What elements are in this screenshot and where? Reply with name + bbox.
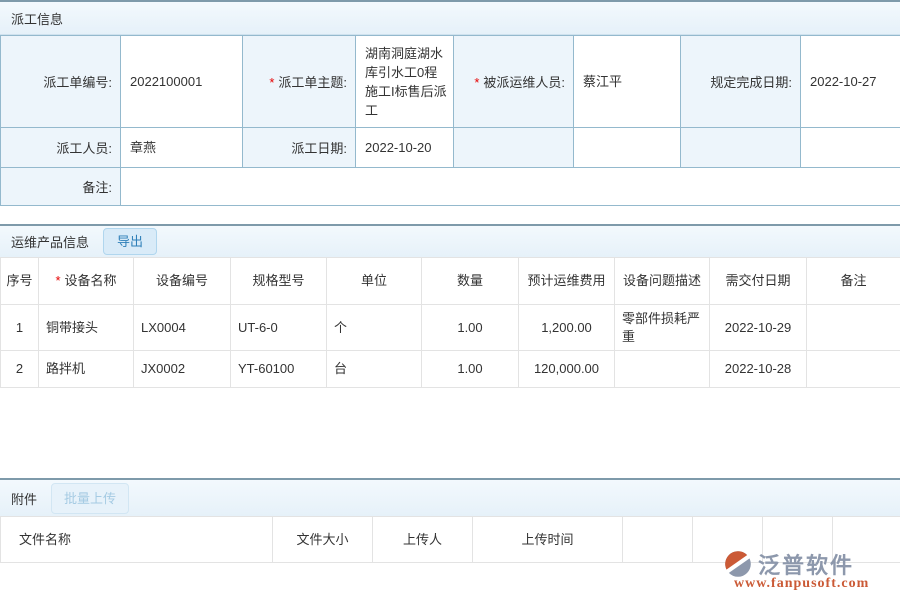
cell-seq: 2 xyxy=(1,351,39,388)
required-marker: * xyxy=(269,75,274,90)
order-no-value: 2022100001 xyxy=(121,36,243,128)
products-header: 运维产品信息 导出 xyxy=(0,224,900,257)
cell-qty: 1.00 xyxy=(422,305,519,351)
col-header-device-name: *设备名称 xyxy=(39,258,134,305)
cell-due-date: 2022-10-29 xyxy=(710,305,807,351)
subject-value: 湖南洞庭湖水库引水工0程施工I标售后派工 xyxy=(356,36,454,128)
vendor-watermark: 泛普软件 www.fanpusoft.com xyxy=(722,548,892,594)
products-title: 运维产品信息 xyxy=(11,232,89,251)
dispatch-date-value: 2022-10-20 xyxy=(356,128,454,168)
cell-spec: UT-6-0 xyxy=(231,305,327,351)
assignee-label: *被派运维人员: xyxy=(454,36,574,128)
required-marker: * xyxy=(474,75,479,90)
remark-label: 备注: xyxy=(1,168,121,206)
cell-device-name: 路拌机 xyxy=(39,351,134,388)
cell-est-cost: 120,000.00 xyxy=(519,351,615,388)
col-header-device-no: 设备编号 xyxy=(134,258,231,305)
cell-remark xyxy=(807,351,900,388)
col-header-unit: 单位 xyxy=(327,258,422,305)
form-row-1: 派工单编号: 2022100001 *派工单主题: 湖南洞庭湖水库引水工0程施工… xyxy=(1,36,900,128)
table-row: 2 路拌机 JX0002 YT-60100 台 1.00 120,000.00 … xyxy=(1,351,900,388)
attachments-title: 附件 xyxy=(11,489,37,508)
col-header-seq: 序号 xyxy=(1,258,39,305)
export-button[interactable]: 导出 xyxy=(103,228,157,255)
dispatch-info-form: 派工单编号: 2022100001 *派工单主题: 湖南洞庭湖水库引水工0程施工… xyxy=(0,35,900,206)
col-header-file-size: 文件大小 xyxy=(273,517,373,563)
vendor-url: www.fanpusoft.com xyxy=(734,576,869,592)
batch-upload-button[interactable]: 批量上传 xyxy=(51,483,129,514)
cell-device-no: LX0004 xyxy=(134,305,231,351)
col-header-file-name: 文件名称 xyxy=(1,517,273,563)
deadline-label: 规定完成日期: xyxy=(681,36,801,128)
table-row: 1 铜带接头 LX0004 UT-6-0 个 1.00 1,200.00 零部件… xyxy=(1,305,900,351)
empty-label-cell xyxy=(681,128,801,168)
cell-qty: 1.00 xyxy=(422,351,519,388)
dispatch-info-header: 派工信息 xyxy=(0,0,900,35)
cell-est-cost: 1,200.00 xyxy=(519,305,615,351)
attachments-header: 附件 批量上传 xyxy=(0,478,900,516)
col-header-upload-time: 上传时间 xyxy=(473,517,623,563)
cell-unit: 个 xyxy=(327,305,422,351)
col-header-problem: 设备问题描述 xyxy=(615,258,710,305)
cell-device-no: JX0002 xyxy=(134,351,231,388)
empty-col-header xyxy=(623,517,693,563)
cell-unit: 台 xyxy=(327,351,422,388)
cell-due-date: 2022-10-28 xyxy=(710,351,807,388)
cell-device-name: 铜带接头 xyxy=(39,305,134,351)
col-header-qty: 数量 xyxy=(422,258,519,305)
col-header-spec: 规格型号 xyxy=(231,258,327,305)
col-header-remark: 备注 xyxy=(807,258,900,305)
dispatch-info-title: 派工信息 xyxy=(11,9,63,28)
col-header-uploader: 上传人 xyxy=(373,517,473,563)
col-header-due-date: 需交付日期 xyxy=(710,258,807,305)
cell-spec: YT-60100 xyxy=(231,351,327,388)
assignee-value: 蔡江平 xyxy=(574,36,681,128)
cell-problem xyxy=(615,351,710,388)
col-header-est-cost: 预计运维费用 xyxy=(519,258,615,305)
subject-label: *派工单主题: xyxy=(243,36,356,128)
products-header-row: 序号 *设备名称 设备编号 规格型号 单位 数量 预计运维费用 设备问题描述 需… xyxy=(1,258,900,305)
form-row-remark: 备注: xyxy=(1,168,900,206)
cell-problem: 零部件损耗严重 xyxy=(615,305,710,351)
dispatch-order-page: 派工信息 派工单编号: 2022100001 *派工单主题: 湖南洞庭湖水库引水… xyxy=(0,0,900,600)
empty-value-cell xyxy=(574,128,681,168)
cell-remark xyxy=(807,305,900,351)
dispatcher-label: 派工人员: xyxy=(1,128,121,168)
form-row-2: 派工人员: 章燕 派工日期: 2022-10-20 xyxy=(1,128,900,168)
empty-value-cell xyxy=(801,128,900,168)
products-table: 序号 *设备名称 设备编号 规格型号 单位 数量 预计运维费用 设备问题描述 需… xyxy=(0,257,900,388)
empty-label-cell xyxy=(454,128,574,168)
dispatch-date-label: 派工日期: xyxy=(243,128,356,168)
required-marker: * xyxy=(55,273,60,288)
order-no-label: 派工单编号: xyxy=(1,36,121,128)
deadline-value: 2022-10-27 xyxy=(801,36,900,128)
remark-value xyxy=(121,168,900,206)
section-gap xyxy=(0,206,900,224)
cell-seq: 1 xyxy=(1,305,39,351)
dispatcher-value: 章燕 xyxy=(121,128,243,168)
